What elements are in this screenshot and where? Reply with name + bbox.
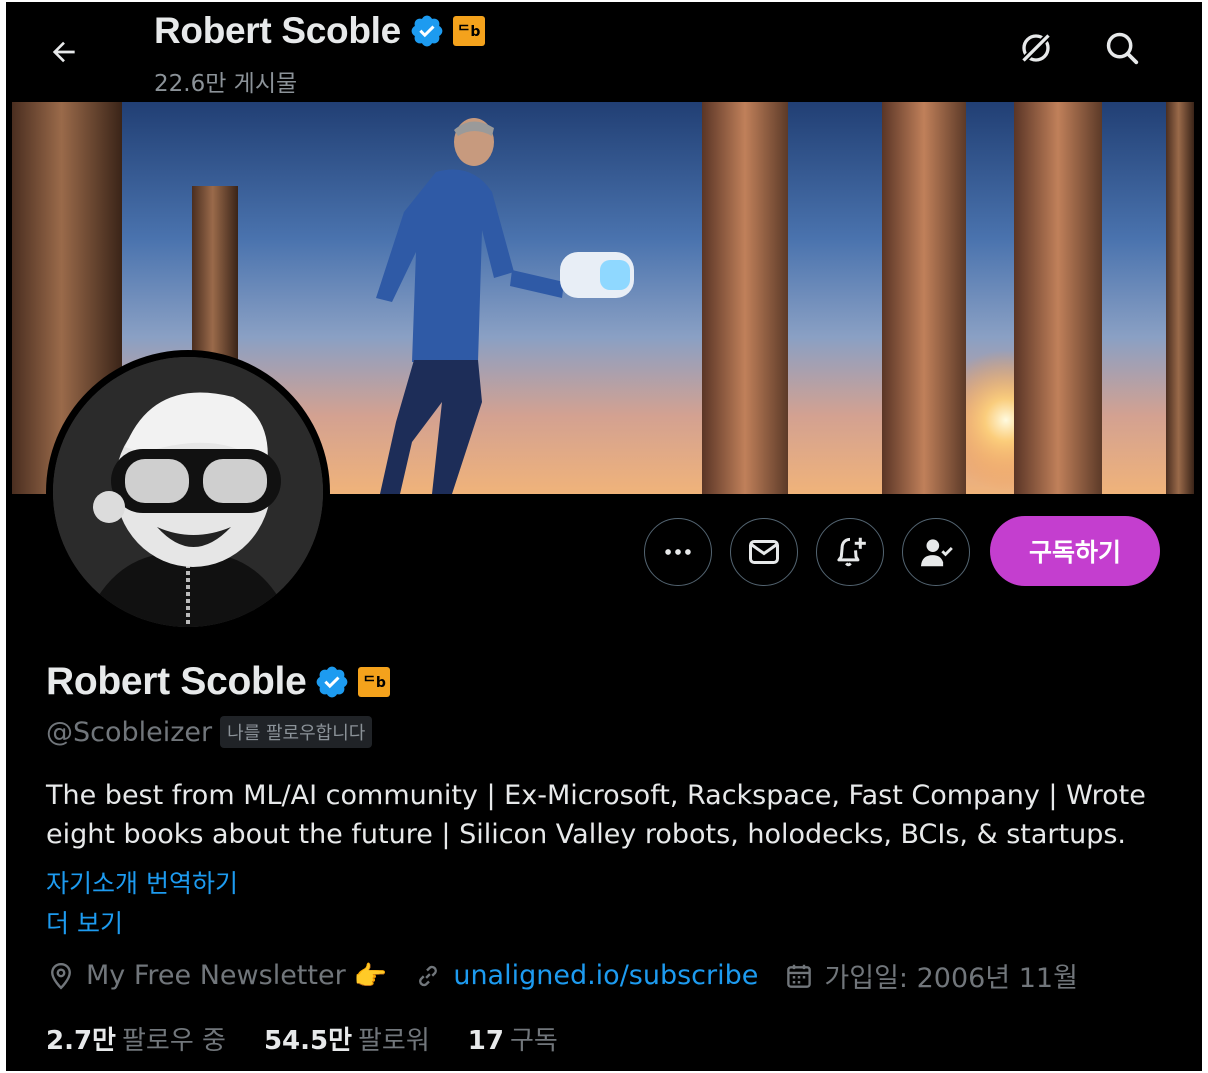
following-label: 팔로우 중 — [121, 1026, 226, 1056]
subscriptions-count: 17 — [467, 1026, 504, 1056]
back-button[interactable] — [42, 30, 86, 74]
joined-item: 가입일: 2006년 11월 — [784, 956, 1078, 995]
translate-bio-link[interactable]: 자기소개 번역하기 — [46, 864, 238, 900]
avatar-image — [53, 357, 323, 627]
link-icon — [419, 965, 438, 986]
bio-line-1: The best from ML/AI community | Ex-Micro… — [46, 780, 1146, 811]
website-item[interactable]: unaligned.io/subscribe — [413, 960, 758, 991]
following-stat[interactable]: 2.7만 팔로우 중 — [46, 1020, 226, 1057]
notify-button[interactable] — [816, 518, 884, 586]
bell-plus-icon — [837, 537, 866, 567]
message-button[interactable] — [730, 518, 798, 586]
grok-icon — [1020, 32, 1052, 64]
show-more-link[interactable]: 더 보기 — [46, 904, 123, 940]
subscriptions-label: 구독 — [509, 1026, 558, 1056]
subscribe-button[interactable]: 구독하기 — [990, 516, 1160, 586]
profile-name-row: Robert Scoble ᄃb — [46, 660, 391, 704]
person-check-icon — [920, 539, 953, 567]
location-pin-icon — [51, 962, 71, 990]
joined-date: 가입일: 2006년 11월 — [824, 963, 1078, 994]
header-title: Robert Scoble ᄃb — [154, 10, 485, 52]
grok-button[interactable] — [1012, 24, 1060, 72]
location-text: My Free Newsletter — [86, 960, 346, 991]
verified-badge-icon[interactable] — [314, 664, 350, 700]
more-button[interactable] — [644, 518, 712, 586]
location-item: My Free Newsletter 👉 — [46, 960, 387, 992]
pointing-hand-emoji: 👉 — [353, 960, 388, 992]
profile-avatar[interactable] — [46, 350, 330, 634]
mail-icon — [749, 540, 779, 564]
bio-line-2: eight books about the future | Silicon V… — [46, 819, 1126, 850]
affiliate-badge-icon[interactable]: ᄃb — [358, 667, 391, 697]
verified-badge-icon — [411, 15, 443, 47]
follows-you-badge: 나를 팔로우합니다 — [220, 716, 373, 748]
search-icon — [1106, 32, 1139, 65]
post-count: 22.6만 게시물 — [154, 71, 298, 97]
following-button[interactable] — [902, 518, 970, 586]
profile-meta: My Free Newsletter 👉 unaligned.io/subscr… — [46, 956, 1104, 995]
profile-bio: The best from ML/AI community | Ex-Micro… — [46, 776, 1176, 854]
affiliate-badge-icon[interactable]: ᄃb — [452, 16, 485, 46]
search-button[interactable] — [1098, 24, 1146, 72]
followers-label: 팔로워 — [358, 1026, 430, 1056]
top-bar: Robert Scoble ᄃb 22.6만 게시물 — [6, 2, 1202, 102]
followers-stat[interactable]: 54.5만 팔로워 — [264, 1020, 430, 1057]
followers-count: 54.5만 — [263, 1026, 353, 1056]
handle-row: @Scobleizer 나를 팔로우합니다 — [46, 716, 373, 748]
profile-handle: @Scobleizer — [46, 716, 213, 748]
back-arrow-icon — [52, 41, 75, 63]
header-name: Robert Scoble — [154, 10, 401, 51]
more-icon — [665, 549, 691, 555]
profile-name: Robert Scoble — [46, 660, 307, 703]
profile-page: Robert Scoble ᄃb 22.6만 게시물 구독하기 Robert S… — [6, 2, 1202, 1071]
follow-stats: 2.7만 팔로우 중 54.5만 팔로워 17 구독 — [46, 1020, 596, 1057]
calendar-icon — [787, 964, 812, 988]
following-count: 2.7만 — [46, 1026, 116, 1056]
subscriptions-stat[interactable]: 17 구독 — [468, 1020, 558, 1057]
website-link[interactable]: unaligned.io/subscribe — [453, 960, 758, 991]
